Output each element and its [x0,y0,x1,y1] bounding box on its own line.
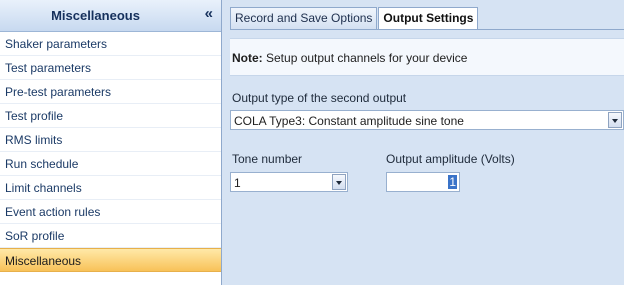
tab-bar: Record and Save Options Output Settings [230,7,479,31]
output-type-label: Output type of the second output [232,91,407,105]
note-message: Setup output channels for your device [262,51,468,65]
sidebar-item-run-schedule[interactable]: Run schedule [0,152,221,176]
output-type-value: COLA Type3: Constant amplitude sine tone [234,114,464,128]
tab-record-and-save-options[interactable]: Record and Save Options [230,7,378,29]
sidebar-header: Miscellaneous « [0,0,221,32]
output-amplitude-input[interactable]: 1 [386,172,460,192]
sidebar-item-rms-limits[interactable]: RMS limits [0,128,221,152]
sidebar-item-sor-profile[interactable]: SoR profile [0,224,221,248]
sidebar-nav: Shaker parameters Test parameters Pre-te… [0,32,221,272]
tone-number-label: Tone number [232,152,303,166]
output-amplitude-value: 1 [448,175,457,189]
output-type-select[interactable]: COLA Type3: Constant amplitude sine tone [230,110,624,130]
sidebar-title: Miscellaneous [51,8,140,23]
output-amplitude-label: Output amplitude (Volts) [386,152,515,166]
sidebar-item-limit-channels[interactable]: Limit channels [0,176,221,200]
tone-number-dropdown-button[interactable] [332,174,346,190]
note-text: Note: Setup output channels for your dev… [232,51,467,65]
output-type-dropdown-button[interactable] [608,112,622,128]
tone-number-select[interactable]: 1 [230,172,348,192]
sidebar-item-event-action-rules[interactable]: Event action rules [0,200,221,224]
chevron-down-icon [336,181,342,185]
sidebar-item-miscellaneous[interactable]: Miscellaneous [0,248,221,272]
tone-number-value: 1 [234,176,241,190]
main-panel: Record and Save Options Output Settings … [222,0,624,285]
sidebar: Miscellaneous « Shaker parameters Test p… [0,0,222,285]
sidebar-item-pre-test-parameters[interactable]: Pre-test parameters [0,80,221,104]
chevron-down-icon [612,119,618,123]
output-settings-content: Note: Setup output channels for your dev… [230,29,624,285]
sidebar-item-shaker-parameters[interactable]: Shaker parameters [0,32,221,56]
note-box: Note: Setup output channels for your dev… [230,38,624,76]
sidebar-item-test-parameters[interactable]: Test parameters [0,56,221,80]
collapse-sidebar-icon[interactable]: « [205,5,213,22]
tab-output-settings[interactable]: Output Settings [378,7,479,31]
sidebar-item-test-profile[interactable]: Test profile [0,104,221,128]
note-prefix: Note: [232,51,263,65]
